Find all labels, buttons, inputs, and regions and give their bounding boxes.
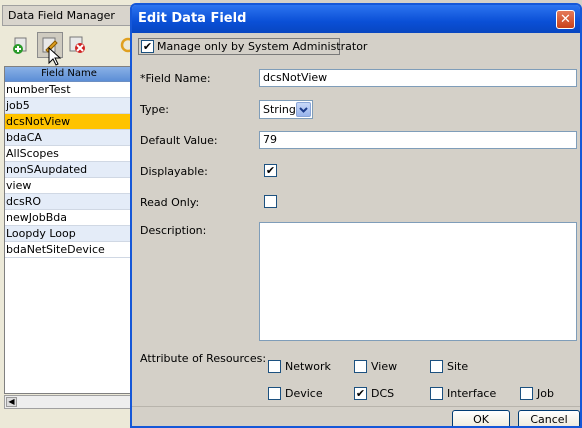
field-list-row[interactable]: dcsRO [5, 194, 133, 210]
type-value: String [263, 103, 296, 116]
field-list-row[interactable]: dcsNotView [5, 114, 133, 130]
chevron-down-icon [299, 107, 308, 113]
attribute-label-job: Job [537, 387, 554, 400]
field-list-row[interactable]: nonSAupdated [5, 162, 133, 178]
attribute-checkbox-interface[interactable] [430, 387, 443, 400]
admin-only-checkbox[interactable]: ✔ [141, 40, 154, 53]
dialog-title: Edit Data Field [138, 11, 247, 26]
cancel-button[interactable]: Cancel [518, 410, 580, 426]
close-icon[interactable]: ✕ [556, 10, 575, 29]
read-only-label: Read Only: [140, 196, 200, 209]
attribute-label-dcs: DCS [371, 387, 395, 400]
delete-field-button[interactable] [65, 32, 91, 58]
type-label: Type: [140, 103, 169, 116]
description-textarea[interactable] [259, 222, 577, 341]
field-list-row[interactable]: newJobBda [5, 210, 133, 226]
attribute-label-view: View [371, 360, 398, 373]
dialog-footer: OK Cancel [132, 406, 580, 426]
dropdown-button[interactable] [296, 102, 311, 117]
field-name-column-header[interactable]: Field Name [5, 67, 133, 82]
description-label: Description: [140, 224, 207, 237]
manager-toolbar [0, 28, 140, 64]
add-field-button[interactable] [9, 32, 35, 58]
field-list-row[interactable]: Loopdy Loop [5, 226, 133, 242]
field-list: Field Name numberTest job5 dcsNotView bdaCA… [4, 66, 134, 394]
field-list-row[interactable]: AllScopes [5, 146, 133, 162]
default-value-label: Default Value: [140, 134, 218, 147]
delete-icon [69, 36, 85, 53]
attribute-checkbox-job[interactable] [520, 387, 533, 400]
mouse-pointer-icon [48, 47, 62, 66]
type-select[interactable]: String [259, 100, 313, 119]
attribute-checkbox-dcs[interactable]: ✔ [354, 387, 367, 400]
attribute-checkbox-network[interactable] [268, 360, 281, 373]
attribute-checkbox-view[interactable] [354, 360, 367, 373]
attribute-label-site: Site [447, 360, 469, 373]
attribute-label-device: Device [285, 387, 323, 400]
displayable-label: Displayable: [140, 165, 208, 178]
field-list-row[interactable]: bdaNetSiteDevice [5, 242, 133, 258]
data-field-manager-window: Data Field Manager Field Name numberTest… [0, 0, 140, 428]
attribute-checkbox-site[interactable] [430, 360, 443, 373]
field-name-label: *Field Name: [140, 72, 211, 85]
attribute-label-network: Network [285, 360, 331, 373]
attributes-label: Attribute of Resources: [140, 352, 267, 365]
field-name-input[interactable]: dcsNotView [259, 69, 577, 87]
edit-data-field-dialog: Edit Data Field ✕ ✔ Manage only by Syste… [130, 3, 582, 428]
field-list-row[interactable]: view [5, 178, 133, 194]
manager-title: Data Field Manager [8, 9, 115, 22]
field-list-row[interactable]: numberTest [5, 82, 133, 98]
field-list-row[interactable]: job5 [5, 98, 133, 114]
add-icon [13, 37, 27, 54]
field-list-row[interactable]: bdaCA [5, 130, 133, 146]
attribute-label-interface: Interface [447, 387, 497, 400]
read-only-checkbox[interactable] [264, 195, 277, 208]
admin-only-label: Manage only by System Administrator [157, 40, 368, 53]
horizontal-scrollbar[interactable]: ◀ [4, 395, 134, 409]
ok-button[interactable]: OK [452, 410, 510, 426]
admin-only-option[interactable]: ✔ Manage only by System Administrator [138, 38, 367, 55]
dialog-title-bar: Edit Data Field ✕ [132, 5, 580, 33]
manager-title-bar: Data Field Manager [2, 5, 133, 26]
default-value-input[interactable]: 79 [259, 131, 577, 149]
attribute-checkbox-device[interactable] [268, 387, 281, 400]
displayable-checkbox[interactable]: ✔ [264, 164, 277, 177]
scroll-left-icon[interactable]: ◀ [6, 397, 17, 407]
